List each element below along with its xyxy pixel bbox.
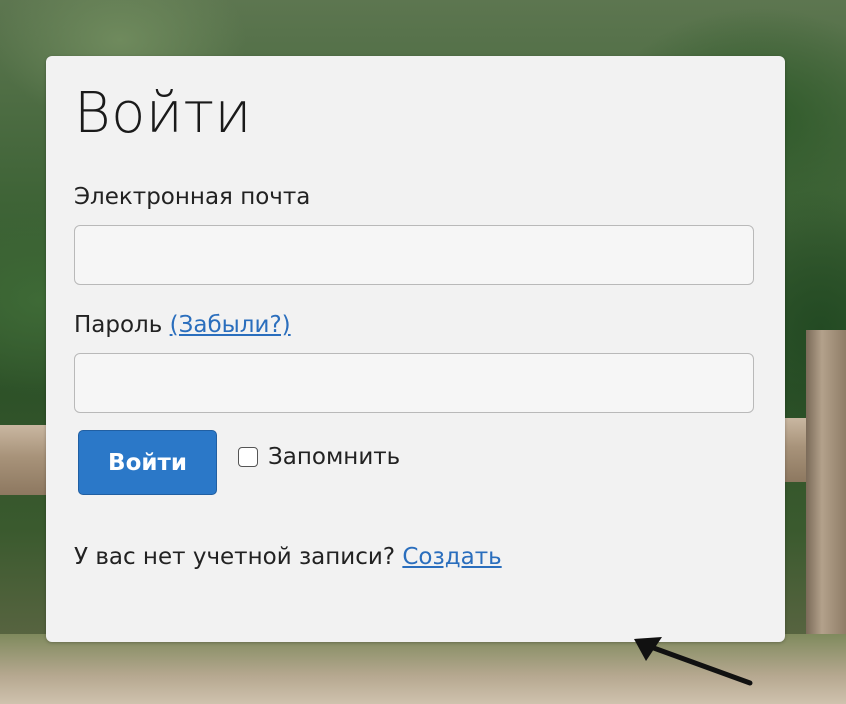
checkbox-icon[interactable]	[238, 447, 258, 467]
create-account-link[interactable]: Создать	[402, 544, 501, 570]
fence-rail-left	[0, 425, 48, 495]
email-field[interactable]	[74, 225, 754, 285]
password-field[interactable]	[74, 353, 754, 413]
login-button[interactable]: Войти	[78, 430, 217, 495]
page-title: Войти	[74, 81, 252, 146]
password-label-row: Пароль (Забыли?)	[74, 310, 291, 340]
password-label: Пароль	[74, 312, 163, 338]
forgot-password-link[interactable]: (Забыли?)	[170, 312, 291, 338]
login-card: Войти Электронная почта Пароль (Забыли?)…	[46, 56, 785, 686]
arrow-pointing-left-icon	[634, 637, 753, 686]
remember-me[interactable]: Запомнить	[238, 444, 400, 470]
no-account-text: У вас нет учетной записи?	[74, 544, 396, 570]
email-label: Электронная почта	[74, 184, 311, 210]
signup-prompt: У вас нет учетной записи? Создать	[74, 544, 502, 570]
remember-label: Запомнить	[268, 444, 401, 470]
